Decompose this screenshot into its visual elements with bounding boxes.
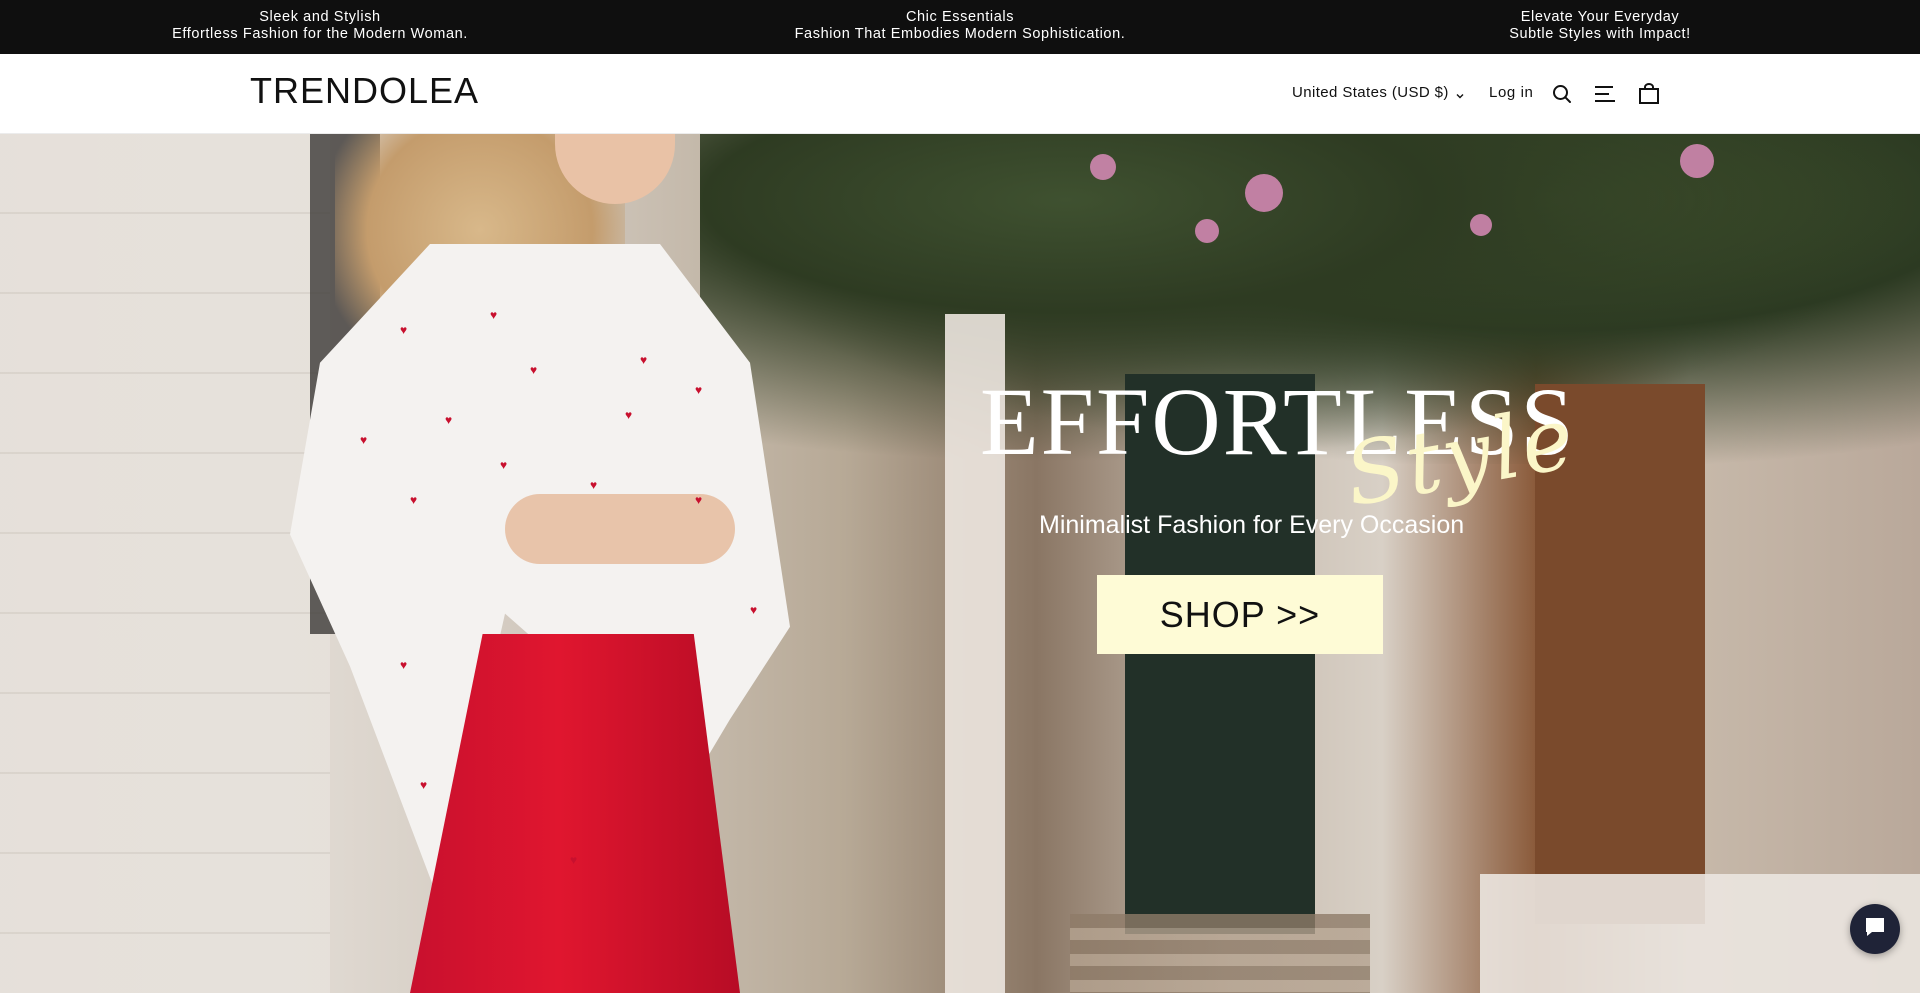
hero-banner: ♥ ♥ ♥ ♥ ♥ ♥ ♥ ♥ ♥ ♥ ♥ ♥ ♥ ♥ ♥ ♥ EFFORTLE… xyxy=(0,134,1920,993)
chat-widget-button[interactable] xyxy=(1850,904,1900,954)
announcement-line1: Elevate Your Everyday xyxy=(1520,9,1680,25)
shirt-heart-pattern: ♥ xyxy=(360,433,368,447)
shirt-heart-pattern: ♥ xyxy=(530,363,538,377)
currency-label: United States (USD $) xyxy=(1292,84,1449,101)
announcement-item: Sleek and Stylish Effortless Fashion for… xyxy=(90,9,550,43)
hero-model-photo: ♥ ♥ ♥ ♥ ♥ ♥ ♥ ♥ ♥ ♥ ♥ ♥ ♥ ♥ ♥ ♥ xyxy=(250,134,850,993)
shirt-heart-pattern: ♥ xyxy=(570,853,578,867)
hero-background-stairs xyxy=(1070,914,1370,993)
hero-blossom xyxy=(1090,154,1116,180)
site-header: TRENDOLEA United States (USD $) Log in xyxy=(0,54,1920,134)
chat-bubble-icon xyxy=(1862,914,1888,945)
shirt-heart-pattern: ♥ xyxy=(590,478,598,492)
announcement-item: Elevate Your Everyday Subtle Styles with… xyxy=(1370,9,1830,43)
shop-button[interactable]: SHOP >> xyxy=(1097,575,1383,654)
shirt-heart-pattern: ♥ xyxy=(625,408,633,422)
shirt-heart-pattern: ♥ xyxy=(400,323,408,337)
announcement-line2: Subtle Styles with Impact! xyxy=(1509,26,1691,42)
shirt-heart-pattern: ♥ xyxy=(445,413,453,427)
shirt-heart-pattern: ♥ xyxy=(490,308,498,322)
shirt-heart-pattern: ♥ xyxy=(695,493,703,507)
shopping-bag-icon[interactable] xyxy=(1637,82,1661,106)
announcement-line2: Effortless Fashion for the Modern Woman. xyxy=(172,26,468,42)
shirt-heart-pattern: ♥ xyxy=(420,778,428,792)
search-icon[interactable] xyxy=(1550,82,1574,106)
hero-blossom xyxy=(1195,219,1219,243)
shirt-heart-pattern: ♥ xyxy=(400,658,408,672)
menu-icon[interactable] xyxy=(1593,82,1617,106)
chevron-down-icon xyxy=(1455,88,1465,98)
announcement-item: Chic Essentials Fashion That Embodies Mo… xyxy=(730,9,1190,43)
announcement-line1: Chic Essentials xyxy=(905,9,1015,25)
announcement-line2: Fashion That Embodies Modern Sophisticat… xyxy=(794,26,1126,42)
shirt-heart-pattern: ♥ xyxy=(750,603,758,617)
currency-selector[interactable]: United States (USD $) xyxy=(1292,84,1465,101)
hero-blossom xyxy=(1245,174,1283,212)
hero-subtitle: Minimalist Fashion for Every Occasion xyxy=(1039,511,1465,539)
shirt-heart-pattern: ♥ xyxy=(695,383,703,397)
hero-blossom xyxy=(1470,214,1492,236)
shirt-heart-pattern: ♥ xyxy=(410,493,418,507)
hero-blossom xyxy=(1680,144,1714,178)
announcement-bar: Sleek and Stylish Effortless Fashion for… xyxy=(0,0,1920,54)
shirt-heart-pattern: ♥ xyxy=(640,353,648,367)
login-link[interactable]: Log in xyxy=(1489,84,1533,101)
site-logo[interactable]: TRENDOLEA xyxy=(250,70,479,112)
shirt-heart-pattern: ♥ xyxy=(500,458,508,472)
announcement-line1: Sleek and Stylish xyxy=(259,9,381,25)
